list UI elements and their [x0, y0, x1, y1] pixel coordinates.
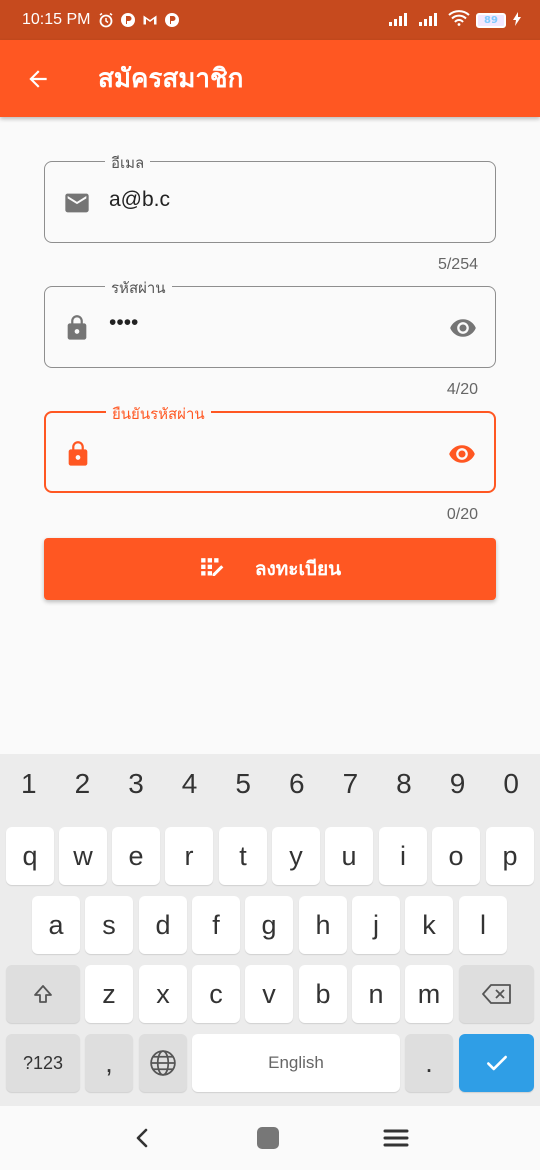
soft-keyboard: 1 2 3 4 5 6 7 8 9 0 q w e r t y u i o p … [0, 754, 540, 1106]
shift-key[interactable] [6, 965, 80, 1023]
key-p[interactable]: p [486, 827, 534, 885]
key-5[interactable]: 5 [218, 768, 268, 800]
symbols-key[interactable]: ?123 [6, 1034, 80, 1092]
key-k[interactable]: k [405, 896, 453, 954]
key-8[interactable]: 8 [379, 768, 429, 800]
visibility-toggle-icon[interactable] [447, 314, 479, 342]
confirm-password-char-counter: 0/20 [446, 506, 478, 523]
email-char-counter: 5/254 [437, 256, 478, 273]
key-g[interactable]: g [245, 896, 293, 954]
wifi-icon [448, 10, 470, 30]
app-notification-icon [120, 12, 136, 28]
app-notification-icon-2 [164, 12, 180, 28]
key-q[interactable]: q [6, 827, 54, 885]
signal-icon-2 [418, 11, 442, 30]
key-y[interactable]: y [272, 827, 320, 885]
register-button[interactable]: ลงทะเบียน [44, 538, 496, 600]
email-field-label: อีเมล [105, 151, 151, 175]
language-key[interactable] [139, 1034, 187, 1092]
key-h[interactable]: h [299, 896, 347, 954]
check-icon [486, 1055, 507, 1071]
key-a[interactable]: a [32, 896, 80, 954]
key-9[interactable]: 9 [433, 768, 483, 800]
arrow-back-icon [29, 69, 47, 88]
password-field[interactable]: รหัสผ่าน •••• [44, 276, 496, 368]
key-f[interactable]: f [192, 896, 240, 954]
signal-icon [388, 11, 412, 30]
email-field-value: a@b.c [109, 188, 171, 211]
shift-icon [34, 985, 52, 1003]
status-notification-icons [98, 12, 180, 28]
key-v[interactable]: v [245, 965, 293, 1023]
globe-icon [150, 1050, 176, 1076]
password-field-label: รหัสผ่าน [105, 276, 172, 300]
key-r[interactable]: r [165, 827, 213, 885]
key-b[interactable]: b [299, 965, 347, 1023]
nav-back-icon[interactable] [131, 1127, 153, 1149]
password-field-value: •••• [109, 311, 139, 334]
key-z[interactable]: z [85, 965, 133, 1023]
page-title: สมัครสมาชิก [98, 63, 244, 93]
battery-icon: 89 [476, 12, 506, 28]
key-w[interactable]: w [59, 827, 107, 885]
nav-menu-icon[interactable] [383, 1127, 409, 1149]
key-o[interactable]: o [432, 827, 480, 885]
nav-home-icon[interactable] [255, 1125, 281, 1151]
register-button-label: ลงทะเบียน [254, 559, 342, 580]
key-s[interactable]: s [85, 896, 133, 954]
confirm-password-field-label: ยืนยันรหัสผ่าน [106, 402, 211, 426]
visibility-toggle-icon[interactable] [446, 440, 478, 468]
key-2[interactable]: 2 [57, 768, 107, 800]
backspace-key[interactable] [459, 965, 534, 1023]
status-system-icons: 89 [388, 10, 522, 30]
status-time: 10:15 PM [22, 11, 91, 28]
key-x[interactable]: x [139, 965, 187, 1023]
key-d[interactable]: d [139, 896, 187, 954]
key-t[interactable]: t [219, 827, 267, 885]
period-key[interactable]: . [405, 1034, 453, 1092]
confirm-password-field[interactable]: ยืนยันรหัสผ่าน [44, 402, 496, 493]
key-c[interactable]: c [192, 965, 240, 1023]
status-bar: 10:15 PM 89 [0, 0, 540, 40]
key-e[interactable]: e [112, 827, 160, 885]
app-registration-icon [200, 558, 224, 577]
alarm-icon [98, 12, 114, 28]
key-7[interactable]: 7 [325, 768, 375, 800]
system-navigation-bar [0, 1106, 540, 1170]
key-3[interactable]: 3 [111, 768, 161, 800]
key-i[interactable]: i [379, 827, 427, 885]
lock-icon [67, 315, 87, 340]
back-button[interactable] [18, 59, 58, 99]
key-n[interactable]: n [352, 965, 400, 1023]
space-key-label: English [268, 1053, 324, 1072]
space-key[interactable]: English [192, 1034, 400, 1092]
key-m[interactable]: m [405, 965, 453, 1023]
key-0[interactable]: 0 [486, 768, 536, 800]
keyboard-number-row: 1 2 3 4 5 6 7 8 9 0 [0, 768, 540, 800]
comma-key[interactable]: , [85, 1034, 133, 1092]
key-u[interactable]: u [325, 827, 373, 885]
key-j[interactable]: j [352, 896, 400, 954]
charging-icon [512, 11, 522, 30]
key-l[interactable]: l [459, 896, 507, 954]
backspace-icon [481, 984, 511, 1004]
key-1[interactable]: 1 [4, 768, 54, 800]
lock-icon [68, 441, 88, 466]
mail-icon [65, 193, 89, 213]
email-field[interactable]: อีเมล a@b.c [44, 151, 496, 243]
key-4[interactable]: 4 [165, 768, 215, 800]
enter-key[interactable] [459, 1034, 534, 1092]
app-bar: สมัครสมาชิก [0, 40, 540, 117]
gmail-icon [142, 12, 158, 28]
password-char-counter: 4/20 [446, 381, 478, 398]
key-6[interactable]: 6 [272, 768, 322, 800]
